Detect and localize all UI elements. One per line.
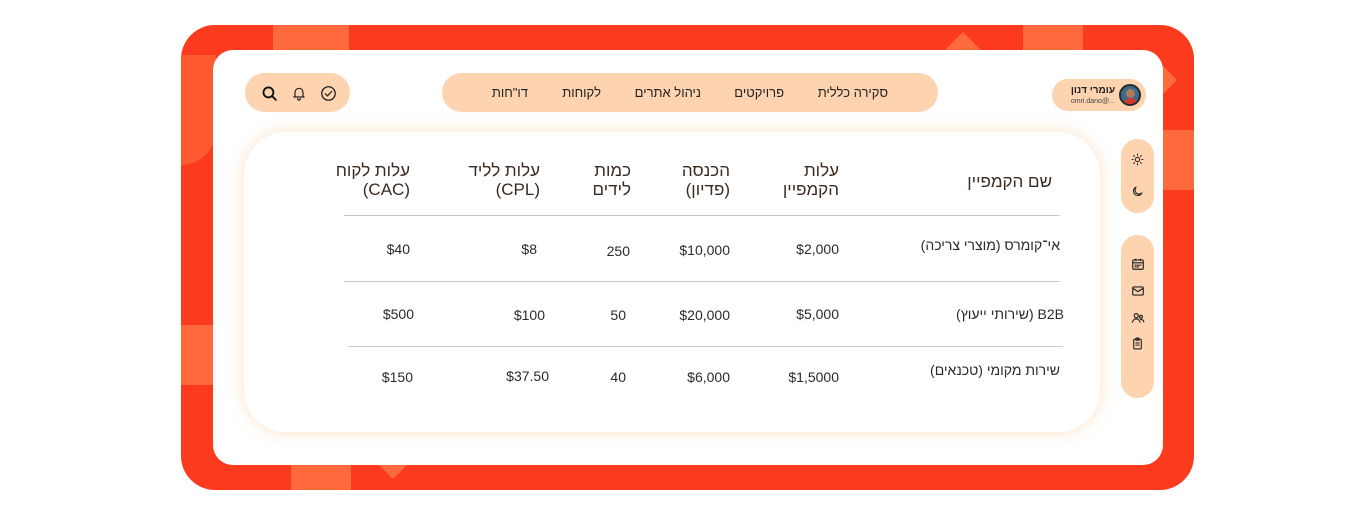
- header-line: עלות לליד: [468, 161, 540, 180]
- cell-revenue: $20,000: [679, 307, 730, 323]
- nav-item-site-management[interactable]: ניהול אתרים: [635, 85, 701, 100]
- nav-item-reports[interactable]: דו"חות: [492, 85, 528, 100]
- cell-cac: $40: [386, 241, 410, 257]
- header-line: שם הקמפיין: [967, 172, 1052, 191]
- row-divider: [344, 215, 1060, 216]
- cell-cac: $500: [382, 306, 414, 322]
- sun-icon[interactable]: [1130, 152, 1145, 167]
- cell-cost: $1,5000: [788, 369, 839, 385]
- header-line: (CAC): [362, 180, 410, 199]
- row-divider: [348, 346, 1063, 347]
- nav-item-clients[interactable]: לקוחות: [562, 85, 601, 100]
- calendar-icon[interactable]: [1130, 256, 1145, 271]
- header-cpl: עלות לליד (CPL): [469, 161, 540, 199]
- header-line: לידים: [592, 180, 631, 199]
- header-line: עלות: [803, 161, 839, 180]
- theme-switcher: [1121, 139, 1154, 213]
- user-name: עומרי דנון: [1070, 84, 1115, 96]
- users-icon[interactable]: [1130, 310, 1145, 325]
- header-leads: כמות לידים: [593, 161, 631, 199]
- header-line: (פדיון): [685, 180, 730, 199]
- sidebar-icons: [1121, 235, 1154, 398]
- clipboard-icon[interactable]: [1130, 336, 1145, 351]
- user-info: עומרי דנון omri.dano@...: [1070, 84, 1115, 105]
- header-cac: עלות לקוח (CAC): [336, 161, 410, 199]
- header-campaign-name: שם הקמפיין: [967, 172, 1052, 191]
- cell-revenue: $6,000: [687, 369, 730, 385]
- cell-leads: 50: [610, 307, 626, 323]
- header-line: הכנסה: [681, 161, 730, 180]
- cell-campaign-name: שירות מקומי (טכנאים): [930, 362, 1060, 378]
- header-line: עלות לקוח: [335, 161, 410, 180]
- cell-cpl: $37.50: [506, 368, 549, 384]
- header-line: (CPL): [495, 180, 540, 199]
- mail-icon[interactable]: [1130, 283, 1145, 298]
- user-profile-chip[interactable]: עומרי דנון omri.dano@...: [1052, 79, 1146, 111]
- bell-icon[interactable]: [289, 83, 309, 103]
- moon-icon[interactable]: [1130, 184, 1145, 199]
- check-circle-icon[interactable]: [318, 83, 338, 103]
- row-divider: [344, 281, 1060, 282]
- cell-leads: 250: [606, 243, 630, 259]
- nav-item-overview[interactable]: סקירה כללית: [818, 85, 888, 100]
- cell-cac: $150: [381, 369, 413, 385]
- decor-shape: [1161, 130, 1194, 190]
- cell-campaign-name: B2B (שירותי ייעוץ): [956, 306, 1064, 322]
- header-line: הקמפיין: [782, 180, 839, 199]
- decor-shape: [181, 325, 216, 385]
- header-revenue: הכנסה (פדיון): [682, 161, 730, 199]
- cell-cpl: $8: [521, 241, 537, 257]
- search-icon[interactable]: [259, 83, 279, 103]
- nav-item-projects[interactable]: פרויקטים: [734, 85, 784, 100]
- user-email: omri.dano@...: [1070, 97, 1115, 105]
- toolbar: [245, 73, 350, 112]
- cell-revenue: $10,000: [679, 242, 730, 258]
- header-campaign-cost: עלות הקמפיין: [783, 161, 839, 199]
- cell-cost: $5,000: [796, 306, 839, 322]
- cell-leads: 40: [610, 369, 626, 385]
- main-nav: סקירה כללית פרויקטים ניהול אתרים לקוחות …: [442, 73, 938, 112]
- avatar[interactable]: [1119, 84, 1141, 106]
- decor-shape: [181, 55, 216, 165]
- cell-campaign-name: אי־קומרס (מוצרי צריכה): [920, 237, 1060, 253]
- cell-cpl: $100: [513, 307, 545, 323]
- header-line: כמות: [594, 161, 631, 180]
- cell-cost: $2,000: [796, 241, 839, 257]
